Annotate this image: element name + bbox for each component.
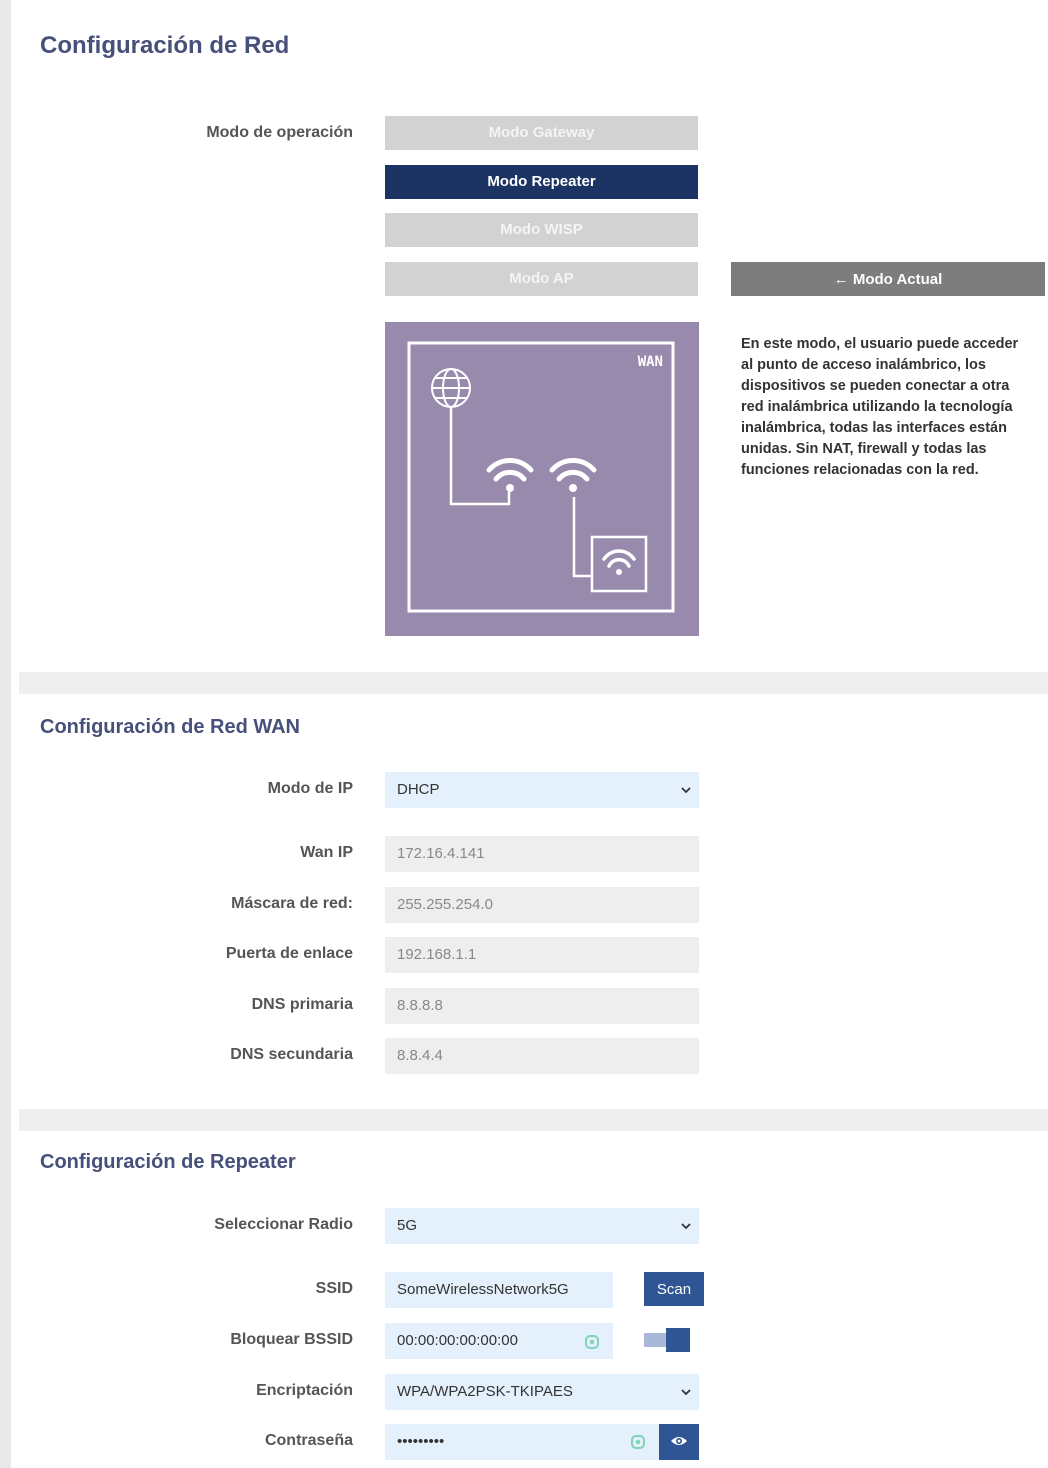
encryption-value: WPA/WPA2PSK-TKIPAES [397, 1383, 573, 1400]
wifi-icon [486, 458, 534, 482]
dns-secondary-field: 8.8.4.4 [385, 1038, 699, 1074]
ip-mode-value: DHCP [397, 781, 440, 798]
ssid-input[interactable] [385, 1272, 613, 1308]
dns-primary-field: 8.8.8.8 [385, 988, 699, 1024]
wan-ip-label: Wan IP [300, 844, 353, 861]
netmask-field: 255.255.254.0 [385, 887, 699, 923]
wan-ip-field: 172.16.4.141 [385, 836, 699, 872]
wan-section-title: Configuración de Red WAN [40, 716, 300, 738]
password-label: Contraseña [264, 1432, 353, 1449]
chevron-down-icon [681, 1223, 691, 1230]
repeater-diagram-svg: WAN [407, 341, 675, 613]
network-config-section: Configuración de Red Modo de operación M… [19, 0, 1048, 672]
ip-mode-label: Modo de IP [267, 780, 353, 797]
eye-icon [671, 1436, 687, 1445]
chevron-down-icon [681, 787, 691, 794]
gateway-field: 192.168.1.1 [385, 937, 699, 973]
wifi-icon [549, 458, 597, 482]
wifi-dot [506, 484, 514, 492]
mode-wisp-button[interactable]: Modo WISP [385, 213, 698, 247]
wan-label: WAN [638, 354, 663, 370]
ip-mode-select[interactable]: DHCP [385, 772, 699, 808]
chevron-down-icon [681, 1389, 691, 1396]
encryption-label: Encriptación [256, 1382, 353, 1399]
repeater-link-line [572, 497, 592, 578]
mode-description: En este modo, el usuario puede acceder a… [741, 336, 1019, 478]
radio-select[interactable]: 5G [385, 1208, 699, 1244]
repeater-diagram: WAN [385, 322, 699, 636]
left-rail [0, 0, 11, 1468]
repeater-section-title: Configuración de Repeater [40, 1151, 296, 1173]
current-mode-button[interactable]: ← Modo Actual [731, 262, 1045, 296]
encryption-select[interactable]: WPA/WPA2PSK-TKIPAES [385, 1374, 699, 1410]
diagram-frame [407, 341, 675, 613]
mode-ap-button[interactable]: Modo AP [385, 262, 698, 296]
password-input[interactable]: ••••••••• [385, 1424, 660, 1460]
wifi-dot [616, 569, 622, 575]
mode-gateway-button[interactable]: Modo Gateway [385, 116, 698, 150]
bssid-input[interactable] [385, 1323, 613, 1359]
section-divider [19, 672, 1048, 694]
section-divider [19, 1109, 1048, 1131]
netmask-label: Máscara de red: [231, 895, 353, 912]
mode-repeater-button[interactable]: Modo Repeater [385, 165, 698, 199]
dns-secondary-label: DNS secundaria [230, 1046, 353, 1063]
radio-value: 5G [397, 1217, 418, 1234]
show-password-button[interactable] [659, 1424, 699, 1460]
password-manager-icon[interactable] [584, 1334, 600, 1350]
ssid-label: SSID [315, 1280, 353, 1297]
globe-icon [431, 368, 471, 408]
page-title: Configuración de Red [40, 32, 290, 59]
access-point-box [590, 535, 648, 593]
bssid-lock-toggle[interactable] [644, 1326, 692, 1354]
dns-primary-label: DNS primaria [251, 996, 353, 1013]
wifi-dot [569, 484, 577, 492]
mode-label: Modo de operación [206, 124, 353, 141]
gateway-label: Puerta de enlace [225, 945, 353, 962]
wifi-icon [602, 549, 636, 568]
wan-config-section: Configuración de Red WAN Modo de IP DHCP… [19, 694, 1048, 1109]
radio-label: Seleccionar Radio [214, 1216, 353, 1233]
scan-button[interactable]: Scan [644, 1272, 704, 1306]
password-manager-icon[interactable] [630, 1434, 646, 1450]
bssid-label: Bloquear BSSID [230, 1331, 353, 1348]
wan-cable-line [449, 407, 511, 506]
